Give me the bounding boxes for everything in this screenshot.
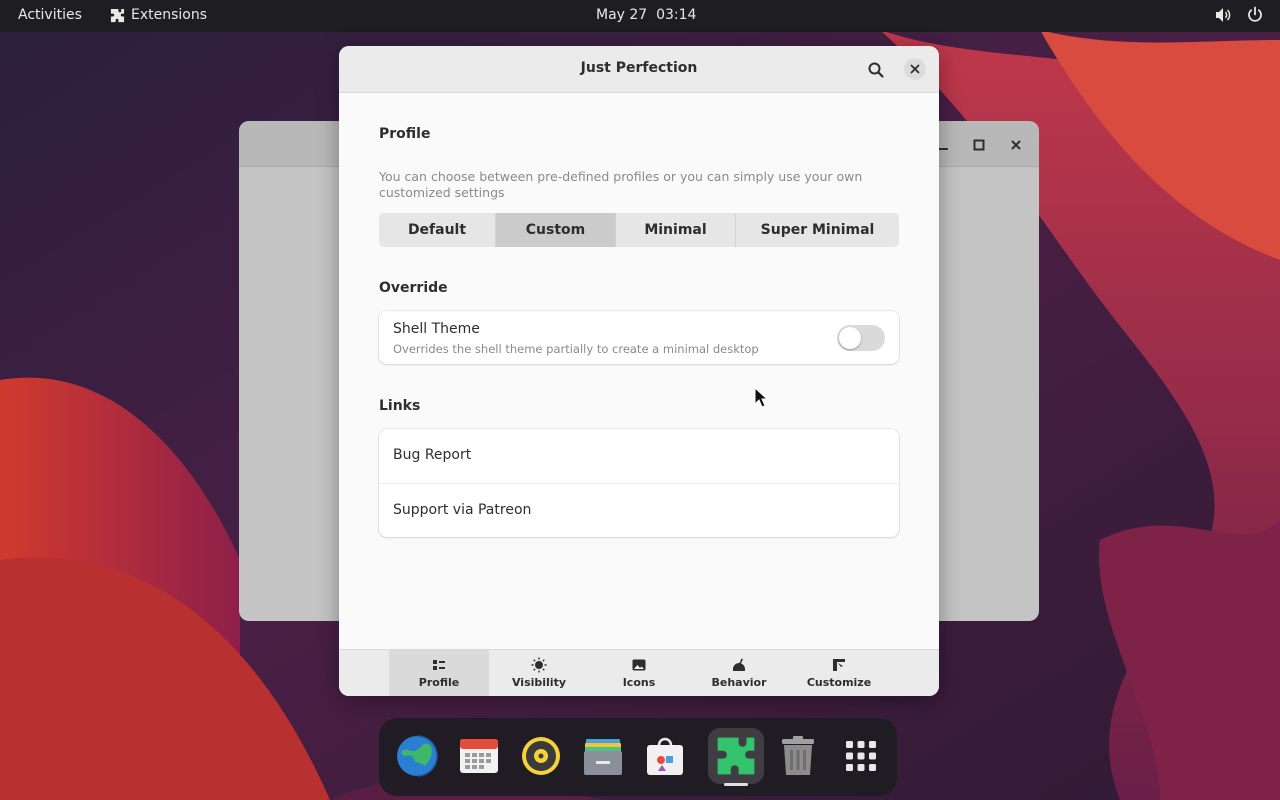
close-icon [910, 64, 920, 74]
profile-minimal-button[interactable]: Minimal [616, 213, 736, 247]
tab-behavior[interactable]: Behavior [689, 650, 789, 696]
search-icon[interactable] [866, 60, 886, 80]
files-icon [584, 739, 622, 775]
activities-button[interactable]: Activities [18, 7, 82, 23]
dock-music[interactable] [513, 728, 569, 784]
profile-default-button[interactable]: Default [379, 213, 496, 247]
dock-extensions[interactable] [708, 728, 764, 786]
window-title: Just Perfection [580, 60, 698, 76]
shell-theme-row[interactable]: Shell Theme Overrides the shell theme pa… [379, 311, 899, 364]
dock-files[interactable] [575, 728, 631, 784]
profile-section-title: Profile [379, 126, 431, 142]
calendar-icon [460, 739, 498, 773]
maximize-icon[interactable] [969, 135, 989, 155]
tab-profile[interactable]: Profile [389, 650, 489, 696]
extensions-menu-button[interactable]: Extensions [110, 7, 207, 23]
shell-theme-subtitle: Overrides the shell theme partially to c… [393, 342, 759, 356]
just-perfection-window: Just Perfection Profile You can choose b… [339, 46, 939, 696]
dock-app-grid[interactable] [833, 728, 889, 784]
extensions-icon [717, 737, 755, 775]
dock-software[interactable] [637, 728, 693, 784]
running-indicator [724, 783, 748, 786]
patreon-link[interactable]: Support via Patreon [393, 502, 531, 518]
tab-visibility-label: Visibility [511, 676, 567, 689]
system-tray[interactable] [1214, 6, 1264, 24]
bottom-tab-bar: Profile Visibility Icons Behavior Custom… [339, 649, 939, 696]
links-section-title: Links [379, 398, 421, 414]
image-icon [632, 659, 646, 671]
profile-super-minimal-button[interactable]: Super Minimal [736, 213, 899, 247]
puzzle-icon [110, 8, 125, 22]
dock-browser[interactable] [389, 728, 445, 784]
tab-profile-label: Profile [418, 676, 460, 689]
app-grid-icon [846, 741, 876, 771]
profile-description: You can choose between pre-defined profi… [379, 169, 863, 200]
list-divider [379, 483, 899, 484]
volume-icon[interactable] [1214, 6, 1232, 24]
shell-theme-toggle[interactable] [837, 325, 885, 351]
top-bar: Activities Extensions May 27 03:14 [0, 0, 1280, 32]
links-list: Bug Report Support via Patreon [379, 429, 899, 537]
tab-behavior-label: Behavior [711, 676, 767, 689]
tab-visibility[interactable]: Visibility [489, 650, 589, 696]
bug-report-link[interactable]: Bug Report [393, 447, 471, 463]
trash-icon [782, 736, 814, 775]
sun-icon [531, 657, 547, 673]
tab-icons[interactable]: Icons [589, 650, 689, 696]
close-icon[interactable] [1006, 135, 1026, 155]
header-bar: Just Perfection [339, 46, 939, 93]
behavior-icon [732, 658, 745, 671]
software-icon [647, 737, 683, 775]
customize-icon [833, 659, 845, 671]
toggle-knob [839, 327, 861, 349]
close-button[interactable] [904, 58, 926, 80]
override-section-title: Override [379, 280, 448, 296]
extensions-label: Extensions [131, 7, 208, 23]
dock-trash[interactable] [770, 728, 826, 784]
mouse-cursor-icon [754, 387, 768, 408]
profile-custom-button[interactable]: Custom [496, 213, 616, 247]
dock [379, 718, 897, 796]
music-icon [522, 737, 560, 775]
profile-icon [433, 660, 445, 670]
browser-icon [397, 735, 438, 777]
power-icon[interactable] [1246, 6, 1264, 24]
dock-calendar[interactable] [451, 728, 507, 784]
shell-theme-title: Shell Theme [393, 321, 480, 337]
tab-customize[interactable]: Customize [789, 650, 889, 696]
tab-icons-label: Icons [622, 676, 656, 689]
tab-customize-label: Customize [806, 676, 872, 689]
profile-selector: Default Custom Minimal Super Minimal [379, 213, 899, 247]
clock[interactable]: May 27 03:14 [596, 7, 696, 23]
